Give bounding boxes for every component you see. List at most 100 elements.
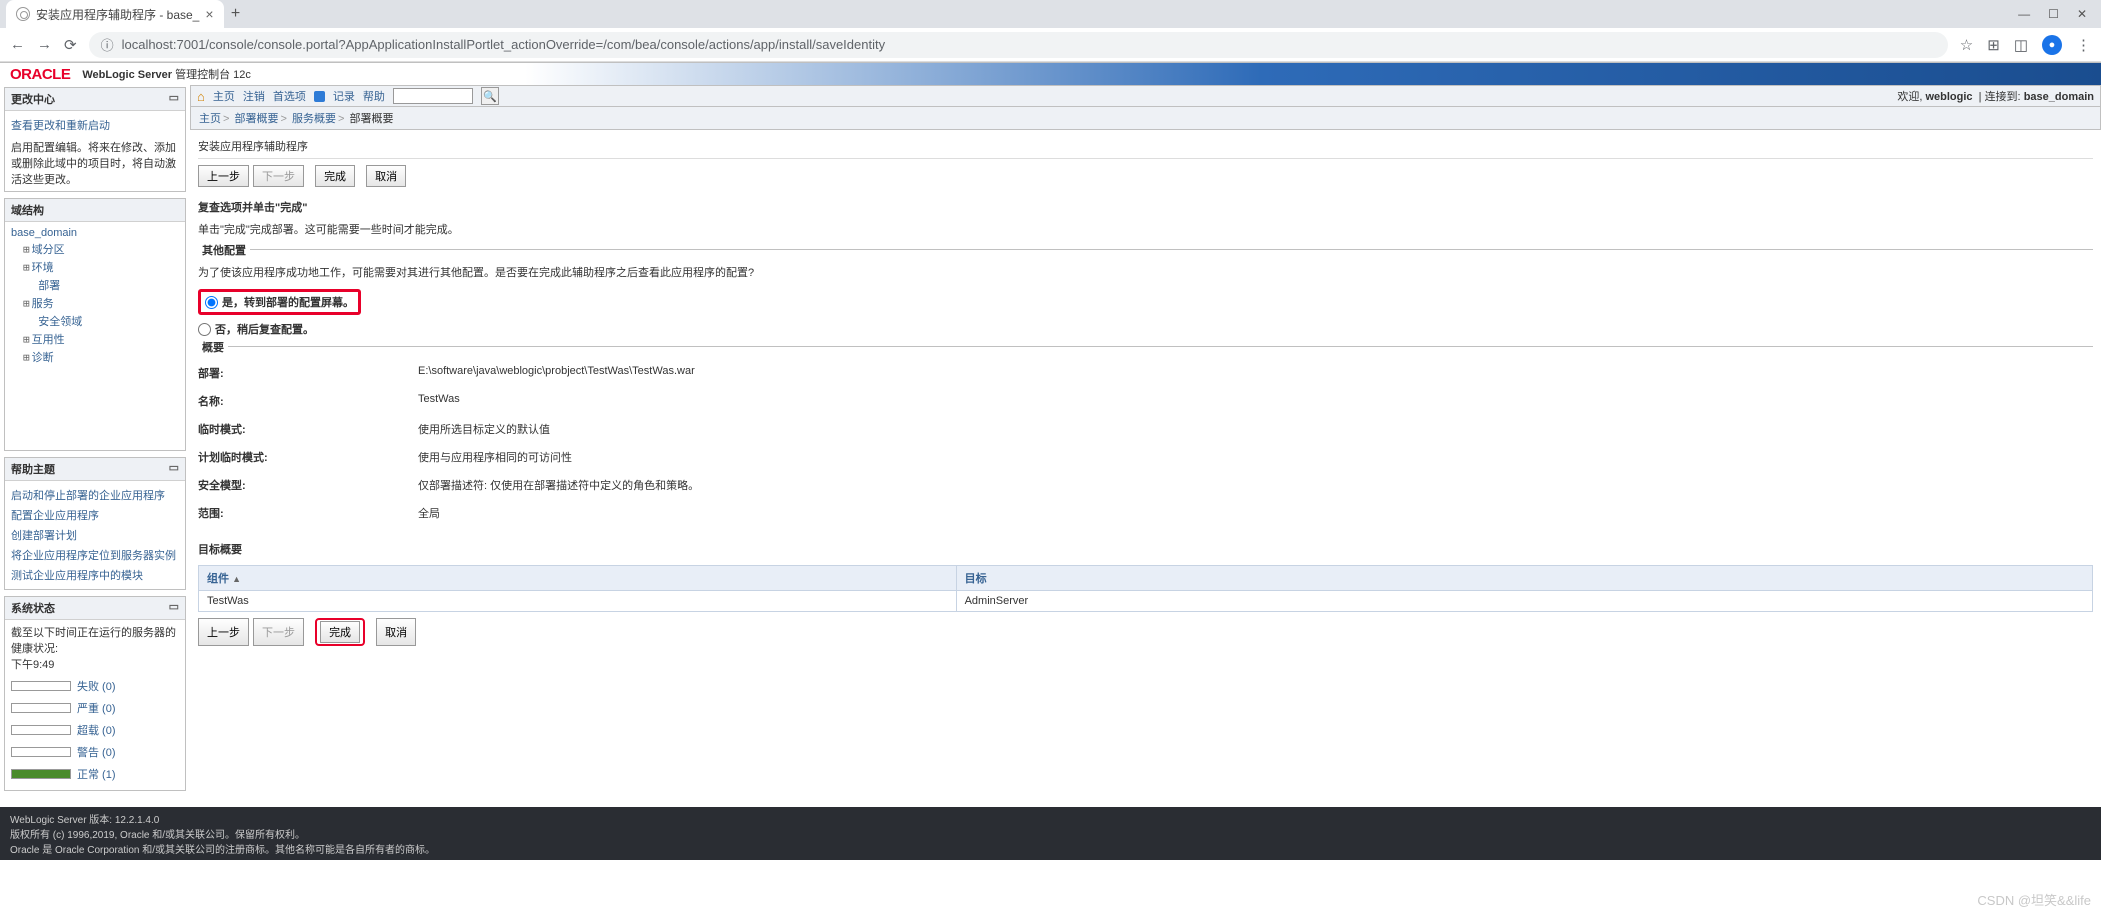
target-table: 组件 ▲ 目标 TestWas AdminServer xyxy=(198,565,2093,612)
tree-item-services[interactable]: ⊞服务 xyxy=(23,294,179,312)
browser-chrome: 安装应用程序辅助程序 - base_ × + — ☐ ✕ ← → ⟳ ⓘ loc… xyxy=(0,0,2101,63)
finish-button-bottom[interactable]: 完成 xyxy=(320,621,360,643)
side-panel-icon[interactable]: ◫ xyxy=(2014,36,2028,54)
extensions-icon[interactable]: ⊞ xyxy=(1987,36,2000,54)
th-component[interactable]: 组件 ▲ xyxy=(207,573,241,585)
back-button[interactable]: 上一步 xyxy=(198,165,249,187)
system-status-panel: 系统状态▭ 截至以下时间正在运行的服务器的健康状况: 下午9:49 失败 (0)… xyxy=(4,596,186,791)
summary-value: 使用与应用程序相同的可访问性 xyxy=(418,449,2093,465)
finish-button[interactable]: 完成 xyxy=(315,165,355,187)
record-icon[interactable] xyxy=(314,91,325,102)
summary-row: 范围:全局 xyxy=(198,499,2093,527)
new-tab-button[interactable]: + xyxy=(224,5,248,23)
footer-trademark: Oracle 是 Oracle Corporation 和/或其关联公司的注册商… xyxy=(10,841,2091,856)
th-target[interactable]: 目标 xyxy=(965,573,987,585)
cancel-button-bottom[interactable]: 取消 xyxy=(376,618,416,646)
cancel-button[interactable]: 取消 xyxy=(366,165,406,187)
tree-item-diagnostics[interactable]: ⊞诊断 xyxy=(23,348,179,366)
summary-value: E:\software\java\weblogic\probject\TestW… xyxy=(418,365,2093,381)
help-link[interactable]: 配置企业应用程序 xyxy=(11,505,179,525)
crumb-service[interactable]: 服务概要 xyxy=(292,113,336,125)
window-close-icon[interactable]: ✕ xyxy=(2077,7,2087,21)
logout-link[interactable]: 注销 xyxy=(243,88,265,104)
record-link[interactable]: 记录 xyxy=(333,88,355,104)
summary-key: 范围: xyxy=(198,505,418,521)
change-center-title: 更改中心 xyxy=(11,91,55,107)
crumb-home[interactable]: 主页 xyxy=(199,113,221,125)
address-bar[interactable]: ⓘ localhost:7001/console/console.portal?… xyxy=(89,32,1948,58)
tree-item-environment[interactable]: ⊞环境 xyxy=(23,258,179,276)
summary-key: 计划临时模式: xyxy=(198,449,418,465)
finish-highlight: 完成 xyxy=(315,618,365,646)
page-footer: WebLogic Server 版本: 12.2.1.4.0 版权所有 (c) … xyxy=(0,807,2101,860)
help-title: 帮助主题 xyxy=(11,461,55,477)
view-changes-link[interactable]: 查看更改和重新启动 xyxy=(11,115,179,135)
tree-root[interactable]: base_domain xyxy=(11,226,179,240)
radio-yes-label: 是，转到部署的配置屏幕。 xyxy=(222,294,354,310)
panel-collapse-icon[interactable]: ▭ xyxy=(169,600,179,616)
tree-item-security[interactable]: 安全领域 xyxy=(23,312,179,330)
nav-back-icon[interactable]: ← xyxy=(10,36,25,53)
browser-tab[interactable]: 安装应用程序辅助程序 - base_ × xyxy=(6,0,224,28)
nav-forward-icon[interactable]: → xyxy=(37,36,52,53)
next-button[interactable]: 下一步 xyxy=(253,165,304,187)
sort-icon: ▲ xyxy=(232,574,241,584)
tab-close-icon[interactable]: × xyxy=(205,6,213,22)
summary-key: 名称: xyxy=(198,393,418,409)
system-status-title: 系统状态 xyxy=(11,600,55,616)
change-center-panel: 更改中心▭ 查看更改和重新启动 启用配置编辑。将来在修改、添加或删除此域中的项目… xyxy=(4,87,186,192)
home-icon[interactable]: ⌂ xyxy=(197,89,205,104)
help-link[interactable]: 测试企业应用程序中的模块 xyxy=(11,565,179,585)
help-link[interactable]: 帮助 xyxy=(363,88,385,104)
status-row-ok: 正常 (1) xyxy=(11,764,179,784)
other-config-legend: 其他配置 xyxy=(198,242,250,258)
table-row: TestWas AdminServer xyxy=(199,591,2093,612)
next-button-bottom[interactable]: 下一步 xyxy=(253,618,304,646)
product-title: WebLogic Server 管理控制台 12c xyxy=(82,66,251,82)
panel-collapse-icon[interactable]: ▭ xyxy=(169,91,179,107)
site-info-icon[interactable]: ⓘ xyxy=(101,35,114,54)
review-heading: 复查选项并单击"完成" xyxy=(198,193,2093,219)
summary-row: 名称:TestWas xyxy=(198,387,2093,415)
favicon-icon xyxy=(16,7,30,21)
home-link[interactable]: 主页 xyxy=(213,88,235,104)
target-summary-heading: 目标概要 xyxy=(198,535,2093,561)
back-button-bottom[interactable]: 上一步 xyxy=(198,618,249,646)
summary-row: 部署:E:\software\java\weblogic\probject\Te… xyxy=(198,359,2093,387)
domain-structure-title: 域结构 xyxy=(11,202,44,218)
product-header: ORACLE WebLogic Server 管理控制台 12c xyxy=(0,63,2101,85)
menu-icon[interactable]: ⋮ xyxy=(2076,36,2091,54)
nav-reload-icon[interactable]: ⟳ xyxy=(64,36,77,54)
summary-legend: 概要 xyxy=(198,339,228,355)
url-text: localhost:7001/console/console.portal?Ap… xyxy=(122,37,886,52)
oracle-logo: ORACLE xyxy=(10,66,70,83)
summary-key: 安全模型: xyxy=(198,477,418,493)
status-row-failed: 失败 (0) xyxy=(11,676,179,696)
prefs-link[interactable]: 首选项 xyxy=(273,88,306,104)
help-link[interactable]: 将企业应用程序定位到服务器实例 xyxy=(11,545,179,565)
tree-item-deployments[interactable]: 部署 xyxy=(23,276,179,294)
crumb-deploy[interactable]: 部署概要 xyxy=(235,113,279,125)
footer-copyright: 版权所有 (c) 1996,2019, Oracle 和/或其关联公司。保留所有… xyxy=(10,826,2091,841)
summary-row: 安全模型:仅部署描述符: 仅使用在部署描述符中定义的角色和策略。 xyxy=(198,471,2093,499)
status-row-overloaded: 超载 (0) xyxy=(11,720,179,740)
top-toolbar: ⌂ 主页 注销 首选项 记录 帮助 🔍 欢迎, weblogic | 连接到: … xyxy=(190,85,2101,107)
window-minimize-icon[interactable]: — xyxy=(2018,7,2030,21)
footer-version: WebLogic Server 版本: 12.2.1.4.0 xyxy=(10,811,2091,826)
search-input[interactable] xyxy=(393,88,473,104)
status-row-critical: 严重 (0) xyxy=(11,698,179,718)
search-button[interactable]: 🔍 xyxy=(481,87,499,105)
help-link[interactable]: 创建部署计划 xyxy=(11,525,179,545)
window-maximize-icon[interactable]: ☐ xyxy=(2048,7,2059,21)
status-row-warning: 警告 (0) xyxy=(11,742,179,762)
status-desc: 截至以下时间正在运行的服务器的健康状况: xyxy=(11,624,179,656)
profile-avatar[interactable]: ● xyxy=(2042,35,2062,55)
bookmark-star-icon[interactable]: ☆ xyxy=(1960,36,1973,54)
tree-item-partition[interactable]: ⊞域分区 xyxy=(23,240,179,258)
radio-no[interactable] xyxy=(198,323,211,336)
help-link[interactable]: 启动和停止部署的企业应用程序 xyxy=(11,485,179,505)
tree-item-interop[interactable]: ⊞互用性 xyxy=(23,330,179,348)
summary-row: 临时模式:使用所选目标定义的默认值 xyxy=(198,415,2093,443)
panel-collapse-icon[interactable]: ▭ xyxy=(169,461,179,477)
radio-yes[interactable] xyxy=(205,296,218,309)
